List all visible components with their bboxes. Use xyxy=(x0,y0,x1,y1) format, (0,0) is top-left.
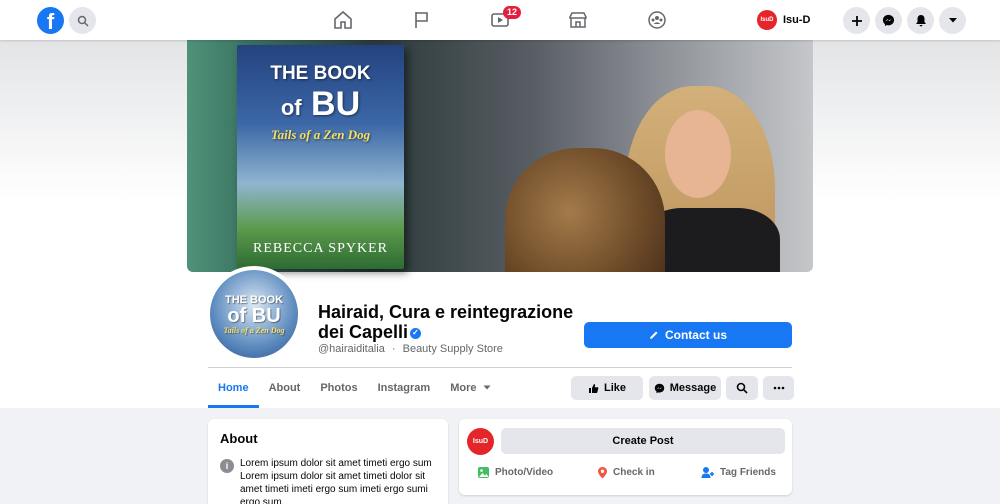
check-in-button[interactable]: Check in xyxy=(597,466,655,479)
post-composer-card: IsuD Create Post Photo/Video Check in Ta… xyxy=(459,419,792,495)
flag-icon xyxy=(415,12,428,28)
info-icon: i xyxy=(220,459,234,473)
tab-more[interactable]: More xyxy=(440,368,500,408)
photo-video-button[interactable]: Photo/Video xyxy=(477,466,553,479)
about-title: About xyxy=(220,431,258,446)
facebook-logo-icon[interactable]: f xyxy=(37,7,64,34)
message-button[interactable]: Message xyxy=(649,376,721,400)
cover-person-face xyxy=(665,110,731,198)
profile-pic-line2: of BU xyxy=(227,304,281,327)
messenger-icon xyxy=(654,383,664,393)
notifications-button[interactable] xyxy=(907,7,934,34)
user-avatar: IsuD xyxy=(757,10,777,30)
bell-icon xyxy=(915,15,926,27)
verified-badge-icon: ✓ xyxy=(410,327,422,339)
page-name-text: Hairaid, Cura e reintegrazione dei Capel… xyxy=(318,302,574,342)
home-nav-button[interactable] xyxy=(331,8,355,32)
account-menu-button[interactable] xyxy=(939,7,966,34)
user-name: Isu-D xyxy=(783,14,811,26)
like-button[interactable]: Like xyxy=(571,376,643,400)
page-category: Beauty Supply Store xyxy=(402,343,503,355)
groups-nav-button[interactable] xyxy=(645,8,669,32)
tab-photos[interactable]: Photos xyxy=(310,368,367,408)
groups-icon xyxy=(648,11,666,29)
photo-video-label: Photo/Video xyxy=(495,467,554,478)
pages-nav-button[interactable] xyxy=(410,8,434,32)
book-title-line1: THE BOOK xyxy=(270,63,371,84)
book-cover-image: THE BOOK of BU Tails of a Zen Dog REBECC… xyxy=(237,45,404,269)
book-author: REBECCA SPYKER xyxy=(253,241,388,256)
tag-friends-button[interactable]: Tag Friends xyxy=(701,466,776,479)
page-handle: @hairaiditalia xyxy=(318,343,385,355)
about-card: About i Lorem ipsum dolor sit amet timet… xyxy=(208,419,448,504)
tab-about[interactable]: About xyxy=(259,368,311,408)
plus-icon xyxy=(851,15,862,26)
page-subline: @hairaiditalia · Beauty Supply Store xyxy=(318,343,503,355)
tag-friends-icon xyxy=(701,467,714,478)
book-title-line2: of BU xyxy=(280,85,361,123)
search-icon xyxy=(736,382,748,394)
store-icon xyxy=(569,12,587,28)
profile-shortcut[interactable]: IsuD Isu-D xyxy=(757,10,811,30)
profile-pic-line1: THE BOOK xyxy=(224,293,284,306)
location-pin-icon xyxy=(598,467,607,479)
about-text: Lorem ipsum dolor sit amet timeti ergo s… xyxy=(240,458,432,504)
subline-separator: · xyxy=(391,343,396,355)
search-icon xyxy=(77,15,89,27)
ellipsis-icon xyxy=(773,386,784,390)
thumbs-up-icon xyxy=(588,383,599,393)
caret-down-icon xyxy=(483,385,491,390)
profile-picture[interactable]: THE BOOK of BU Tails of a Zen Dog xyxy=(206,266,302,362)
more-options-button[interactable] xyxy=(763,376,794,400)
tab-more-label: More xyxy=(450,382,477,394)
messenger-icon xyxy=(882,14,895,27)
home-icon xyxy=(334,10,352,29)
check-in-label: Check in xyxy=(613,467,655,478)
contact-us-label: Contact us xyxy=(664,328,727,342)
like-label: Like xyxy=(603,382,626,394)
tag-friends-label: Tag Friends xyxy=(720,467,776,478)
photo-icon xyxy=(478,467,489,478)
book-subtitle: Tails of a Zen Dog xyxy=(270,127,371,142)
top-navigation-bar: f 12 IsuD Isu-D xyxy=(0,0,1000,40)
composer-avatar: IsuD xyxy=(467,428,494,455)
pencil-icon xyxy=(649,331,658,339)
tab-home[interactable]: Home xyxy=(208,368,259,408)
cover-dog-image xyxy=(505,148,665,272)
watch-notification-badge: 12 xyxy=(503,6,522,19)
profile-pic-line3: Tails of a Zen Dog xyxy=(223,325,285,335)
profile-picture-image: THE BOOK of BU Tails of a Zen Dog xyxy=(210,270,298,358)
search-page-button[interactable] xyxy=(726,376,758,400)
message-label: Message xyxy=(669,382,717,394)
tab-instagram[interactable]: Instagram xyxy=(368,368,441,408)
create-post-button[interactable]: Create Post xyxy=(501,428,785,454)
caret-down-icon xyxy=(948,18,957,23)
messenger-button[interactable] xyxy=(875,7,902,34)
marketplace-nav-button[interactable] xyxy=(566,8,590,32)
page-tabs: Home About Photos Instagram More xyxy=(208,368,501,408)
page-title: Hairaid, Cura e reintegrazione dei Capel… xyxy=(318,302,588,342)
search-button[interactable] xyxy=(69,7,96,34)
create-button[interactable] xyxy=(843,7,870,34)
contact-us-button[interactable]: Contact us xyxy=(584,322,792,348)
